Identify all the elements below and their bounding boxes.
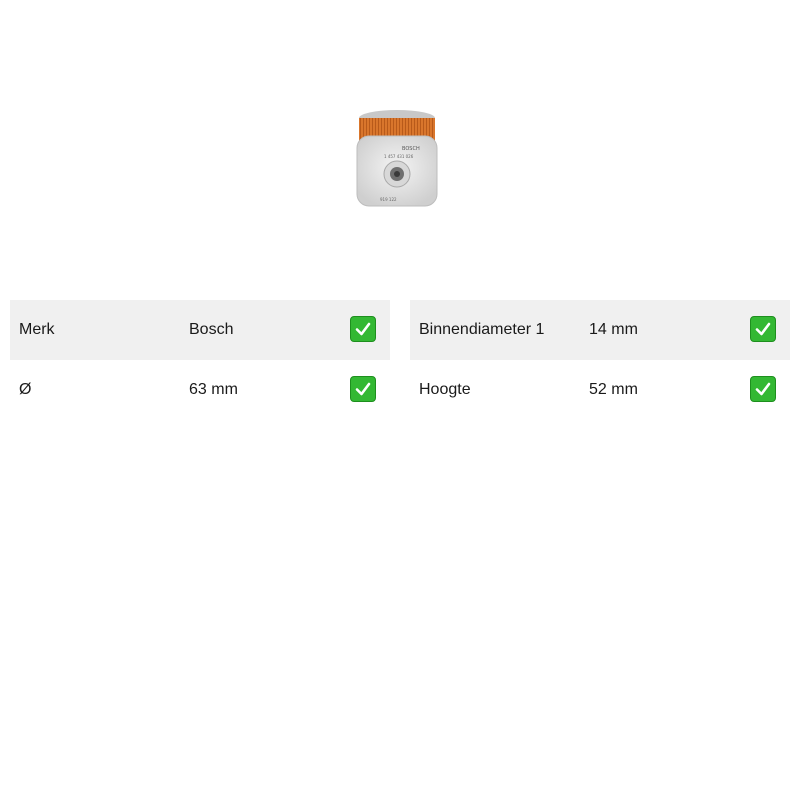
spec-row-height: Hoogte 52 mm xyxy=(410,360,790,420)
check-icon xyxy=(750,316,776,342)
spec-row-inner-diameter: Binnendiameter 1 14 mm xyxy=(410,300,790,360)
spec-label: Binnendiameter 1 xyxy=(419,321,545,338)
specs-table-right: Binnendiameter 1 14 mm Hoogte 52 mm xyxy=(410,300,790,420)
brand-print: BOSCH xyxy=(402,146,420,152)
check-icon xyxy=(350,316,376,342)
spec-row-brand: Merk Bosch xyxy=(10,300,390,360)
check-icon xyxy=(350,376,376,402)
part-number-print: 1 457 431 026 xyxy=(384,154,414,159)
spec-value: 52 mm xyxy=(589,381,638,398)
check-icon xyxy=(750,376,776,402)
spec-value: 14 mm xyxy=(589,321,638,338)
fuel-filter-image: BOSCH 1 457 431 026 919 122 xyxy=(356,110,438,207)
spec-label: Ø xyxy=(19,381,32,398)
spec-value: 63 mm xyxy=(189,381,238,398)
code-print: 919 122 xyxy=(380,197,397,202)
product-image: BOSCH 1 457 431 026 919 122 xyxy=(354,108,440,212)
spec-label: Hoogte xyxy=(419,381,471,398)
spec-row-diameter: Ø 63 mm xyxy=(10,360,390,420)
spec-value: Bosch xyxy=(189,321,234,338)
spec-label: Merk xyxy=(19,321,55,338)
specs-table-left: Merk Bosch Ø 63 mm xyxy=(10,300,390,420)
